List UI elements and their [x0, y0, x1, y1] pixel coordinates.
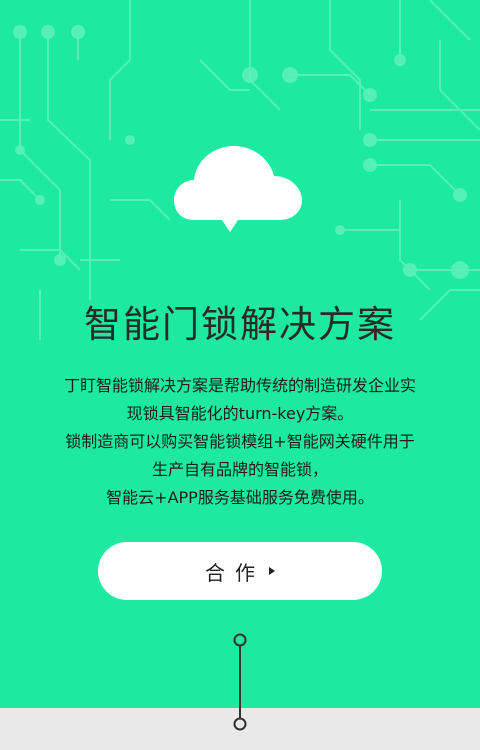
description-line: 现锁具智能化的turn-key方案。 [126, 404, 354, 423]
play-arrow-icon [269, 567, 275, 575]
timeline-connector [233, 633, 247, 731]
description-line: 智能云+APP服务基础服务免费使用。 [106, 488, 374, 507]
description-line: 生产自有品牌的智能锁， [151, 460, 328, 479]
cooperate-button[interactable]: 合作 [98, 542, 382, 600]
description: 丁盯智能锁解决方案是帮助传统的制造研发企业实 现锁具智能化的turn-key方案… [20, 372, 460, 512]
page: 智能门锁解决方案 丁盯智能锁解决方案是帮助传统的制造研发企业实 现锁具智能化的t… [0, 0, 480, 750]
cooperate-button-label: 合作 [205, 560, 265, 585]
description-line: 丁盯智能锁解决方案是帮助传统的制造研发企业实 [63, 376, 416, 395]
timeline-dot-icon [233, 633, 247, 647]
cloud-icon [174, 146, 302, 232]
description-line: 锁制造商可以购买智能锁模组+智能网关硬件用于 [65, 432, 415, 451]
timeline-dot-icon [233, 717, 247, 731]
page-title: 智能门锁解决方案 [84, 303, 396, 346]
